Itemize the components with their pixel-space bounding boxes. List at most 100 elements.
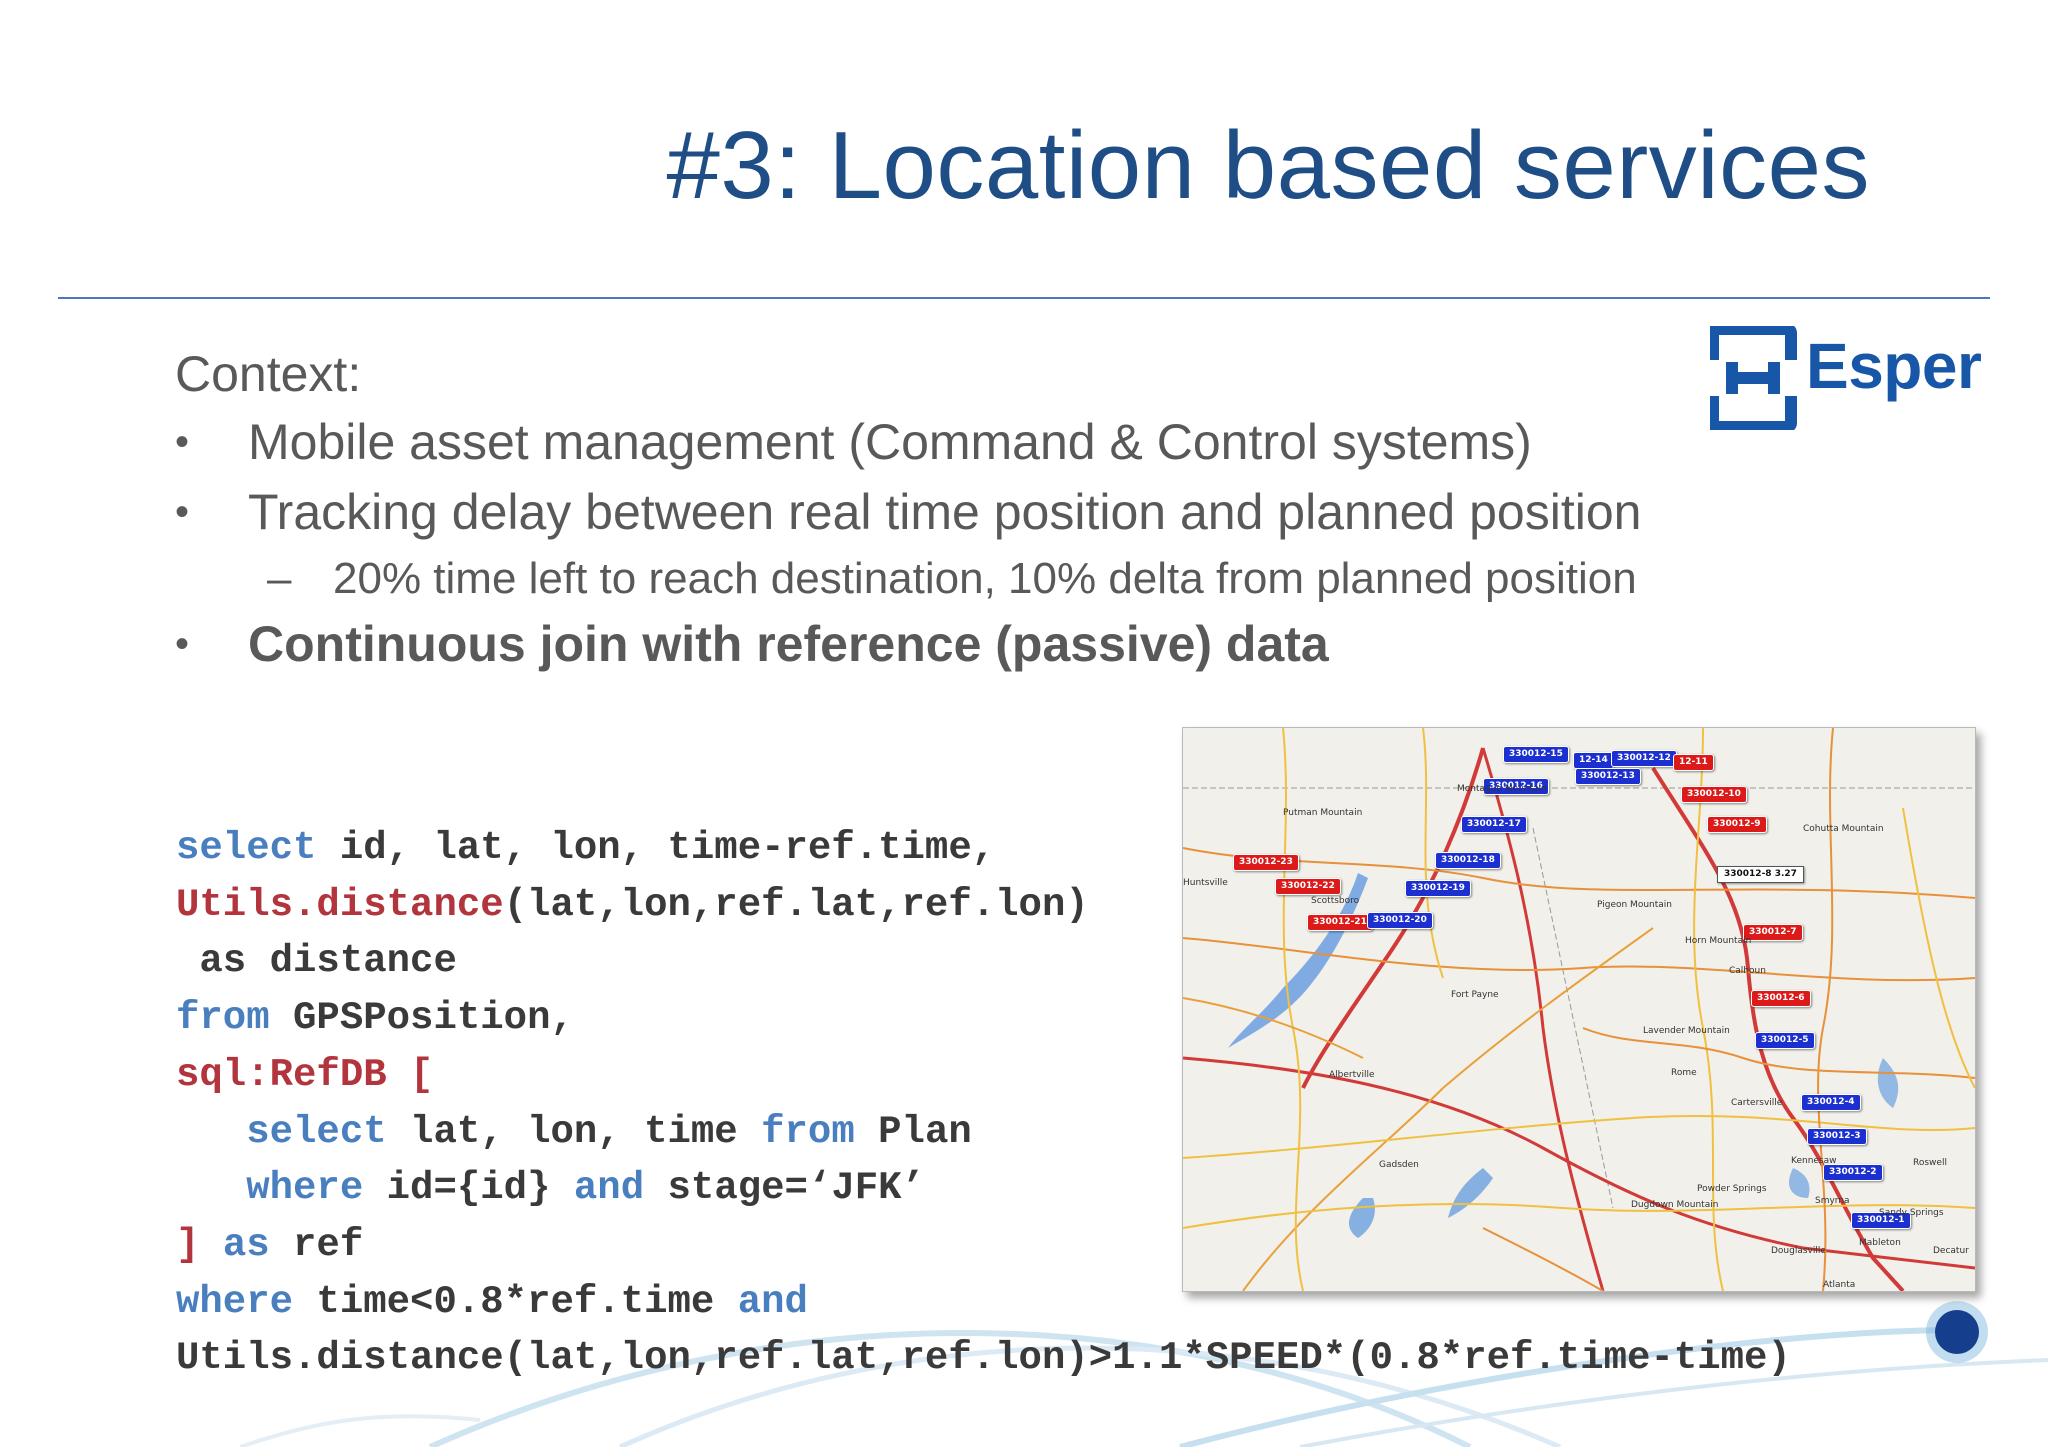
map-marker[interactable]: 330012-18 <box>1435 852 1501 869</box>
map-marker[interactable]: 330012-10 <box>1681 786 1747 803</box>
map-place-label: Roswell <box>1913 1158 1947 1168</box>
code-text: id={id} <box>363 1166 574 1211</box>
map-marker[interactable]: 330012-17 <box>1461 816 1527 833</box>
map-place-label: Montague Mountain <box>1457 784 1547 794</box>
map-marker[interactable]: 330012-3 <box>1807 1128 1867 1145</box>
code-line: where id={id} and stage=‘JFK’ <box>176 1166 925 1210</box>
map-place-label: Atlanta <box>1823 1280 1856 1290</box>
map-place-label: Smyrna <box>1815 1196 1850 1206</box>
code-keyword: from <box>761 1109 855 1154</box>
slide: #3: Location based services Esper Contex… <box>0 0 2048 1447</box>
code-line: select lat, lon, time from Plan <box>176 1110 972 1154</box>
map-place-label: Douglasville <box>1771 1246 1826 1256</box>
bullet-list: Context: • Mobile asset management (Comm… <box>175 346 1641 686</box>
map-place-label: Dugdown Mountain <box>1631 1200 1719 1210</box>
map-place-label: Albertville <box>1329 1070 1375 1080</box>
map-place-label: Cartersville <box>1731 1098 1783 1108</box>
bullet-text: Tracking delay between real time positio… <box>248 484 1642 540</box>
code-keyword: and <box>573 1166 645 1211</box>
code-keyword: where <box>246 1166 364 1211</box>
esper-logo-text: Esper <box>1806 330 1982 402</box>
list-item: • Continuous join with reference (passiv… <box>175 616 1329 686</box>
map-marker[interactable]: 330012-7 <box>1743 924 1803 941</box>
slide-title: #3: Location based services <box>666 112 1870 219</box>
map-marker[interactable]: 330012-20 <box>1367 912 1433 929</box>
code-line: select id, lat, lon, time-ref.time, <box>176 826 995 870</box>
map-marker[interactable]: 330012-2 <box>1823 1164 1883 1181</box>
map-marker[interactable]: 330012-9 <box>1707 816 1767 833</box>
sub-bullet-glyph: – <box>267 554 292 603</box>
map-place-label: Scottsboro <box>1311 896 1360 906</box>
code-function: Utils.distance <box>176 882 504 927</box>
code-text: lat, lon, time <box>386 1109 762 1154</box>
sub-list-item: – 20% time left to reach destination, 10… <box>175 554 1637 616</box>
code-keyword: select <box>246 1109 387 1154</box>
decorative-dot <box>1935 1310 1979 1354</box>
map-marker[interactable]: 330012-22 <box>1275 878 1341 895</box>
map-marker[interactable]: 330012-4 <box>1801 1094 1861 1111</box>
map-marker[interactable]: 12-14 <box>1573 752 1614 769</box>
map-marker[interactable]: 330012-15 <box>1503 746 1569 763</box>
map-place-label: Horn Mountain <box>1685 936 1752 946</box>
map-place-label: Mableton <box>1859 1238 1901 1248</box>
code-keyword: from <box>176 996 270 1041</box>
map-marker[interactable]: 12-11 <box>1673 754 1714 771</box>
map-marker[interactable]: 330012-19 <box>1405 880 1471 897</box>
code-text: stage=‘JFK’ <box>644 1166 925 1211</box>
bullet-text-bold: Continuous join with reference (passive)… <box>248 616 1329 672</box>
map-place-label: Pigeon Mountain <box>1597 900 1672 910</box>
code-text: Utils.distance(lat,lon,ref.lat,ref.lon)>… <box>176 1336 1791 1381</box>
map-place-label: Calhoun <box>1729 966 1766 976</box>
map-marker[interactable]: 330012-23 <box>1233 854 1299 871</box>
title-divider <box>58 297 1990 299</box>
code-text: (lat,lon,ref.lat,ref.lon) <box>503 882 1089 927</box>
code-text: as distance <box>176 939 457 984</box>
code-line: Utils.distance(lat,lon,ref.lat,ref.lon) <box>176 883 1089 927</box>
map-place-label: Powder Springs <box>1697 1184 1767 1194</box>
map-place-label: Fort Payne <box>1451 990 1499 1000</box>
tracking-map[interactable]: 330012-15 12-14 330012-12 12-11 330012-16 330… <box>1182 727 1976 1292</box>
map-place-label: Rome <box>1671 1068 1697 1078</box>
code-text: time<0.8*ref.time <box>293 1279 738 1324</box>
map-marker[interactable]: 330012-6 <box>1751 990 1811 1007</box>
code-line: Utils.distance(lat,lon,ref.lat,ref.lon)>… <box>176 1336 1791 1380</box>
context-label: Context: <box>175 346 362 402</box>
map-marker[interactable]: 330012-21 <box>1307 914 1373 931</box>
map-marker[interactable]: 330012-13 <box>1575 768 1641 785</box>
map-marker[interactable]: 330012-12 <box>1611 750 1677 767</box>
list-item: • Mobile asset management (Command & Con… <box>175 414 1532 484</box>
map-place-label: Decatur <box>1933 1246 1969 1256</box>
code-text: GPSPosition, <box>269 996 574 1041</box>
map-place-label: Lavender Mountain <box>1643 1026 1730 1036</box>
code-line: where time<0.8*ref.time and <box>176 1280 808 1324</box>
code-keyword: and <box>737 1279 808 1324</box>
bullet-text: Mobile asset management (Command & Contr… <box>248 414 1532 470</box>
map-place-label: Gadsden <box>1379 1160 1419 1170</box>
map-place-label: Putman Mountain <box>1283 808 1363 818</box>
map-place-label: Sandy Springs <box>1879 1208 1944 1218</box>
code-line: from GPSPosition, <box>176 996 574 1040</box>
code-text: Plan <box>854 1109 972 1154</box>
code-function: sql:RefDB [ <box>176 1052 434 1097</box>
code-keyword: where <box>176 1279 294 1324</box>
map-place-label: Kennesaw <box>1791 1156 1837 1166</box>
esper-logo: Esper <box>1706 323 1982 433</box>
code-keyword: as <box>222 1222 270 1267</box>
code-line: sql:RefDB [ <box>176 1053 433 1097</box>
list-item: • Tracking delay between real time posit… <box>175 484 1641 554</box>
esper-logo-icon <box>1706 323 1800 433</box>
code-line: as distance <box>176 939 457 984</box>
code-line: ] as ref <box>176 1223 363 1267</box>
code-keyword: select <box>176 826 317 870</box>
map-place-label: Cohutta Mountain <box>1803 824 1884 834</box>
bullet-glyph: • <box>175 622 190 666</box>
code-text: id, lat, lon, time-ref.time, <box>316 826 996 870</box>
bullet-glyph: • <box>175 490 190 534</box>
bullet-glyph: • <box>175 420 190 464</box>
map-callout[interactable]: 330012-8 3.27 <box>1717 866 1804 883</box>
map-marker[interactable]: 330012-5 <box>1755 1032 1815 1049</box>
sub-bullet-text: 20% time left to reach destination, 10% … <box>333 554 1637 603</box>
